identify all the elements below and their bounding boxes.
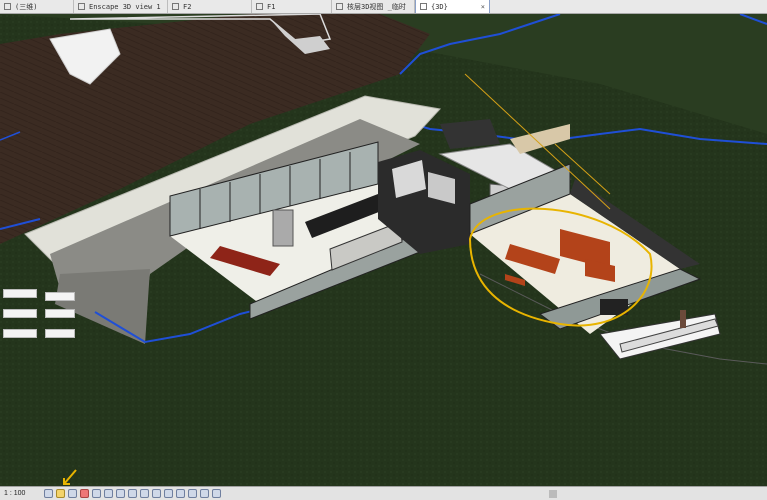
round-column bbox=[272, 209, 294, 247]
view-tab-bar: (三维) Enscape 3D view 1 F2 F1 核层3D视图 _临时 … bbox=[0, 0, 767, 14]
tab-f1[interactable]: F1 bbox=[252, 0, 332, 13]
person-figure bbox=[680, 310, 686, 328]
tab-3d-active[interactable]: {3D} × bbox=[415, 0, 490, 13]
shadows-icon[interactable] bbox=[80, 489, 89, 498]
reveal-hidden-icon[interactable] bbox=[152, 489, 161, 498]
floor-plan-icon bbox=[172, 3, 179, 10]
lock-view-icon[interactable] bbox=[128, 489, 137, 498]
tab-f2[interactable]: F2 bbox=[168, 0, 252, 13]
3d-view-icon bbox=[336, 3, 343, 10]
hide-isolate-icon[interactable] bbox=[140, 489, 149, 498]
floor-plan-icon bbox=[256, 3, 263, 10]
tab-temp-3d-view[interactable]: 核层3D视图 _临时 bbox=[332, 0, 415, 13]
3d-view-icon bbox=[420, 3, 427, 10]
view-legend-box bbox=[45, 309, 75, 318]
view-legend-box bbox=[3, 309, 37, 318]
scale-readout[interactable]: 1 : 100 bbox=[0, 490, 44, 497]
view-legend-box bbox=[3, 289, 37, 298]
render-icon[interactable] bbox=[92, 489, 101, 498]
view-control-bar: 1 : 100 bbox=[0, 486, 767, 500]
tab-enscape-3d-view[interactable]: Enscape 3D view 1 bbox=[74, 0, 168, 13]
detail-level-icon[interactable] bbox=[44, 489, 53, 498]
constraints-icon[interactable] bbox=[200, 489, 209, 498]
visual-style-icon[interactable] bbox=[56, 489, 65, 498]
view-legend-box bbox=[45, 292, 75, 301]
3d-view-icon bbox=[78, 3, 85, 10]
analysis-icon[interactable] bbox=[176, 489, 185, 498]
view-legend-box bbox=[3, 329, 37, 338]
view-legend-box bbox=[45, 329, 75, 338]
stair-top bbox=[440, 119, 500, 149]
crop-view-icon[interactable] bbox=[104, 489, 113, 498]
temp-view-icon[interactable] bbox=[164, 489, 173, 498]
tab-3d[interactable]: (三维) bbox=[0, 0, 74, 13]
3d-viewport[interactable] bbox=[0, 14, 767, 486]
sun-path-icon[interactable] bbox=[68, 489, 77, 498]
show-crop-icon[interactable] bbox=[116, 489, 125, 498]
model-canvas bbox=[0, 14, 767, 486]
3d-view-icon bbox=[4, 3, 11, 10]
reveal-constraints-icon[interactable] bbox=[212, 489, 221, 498]
highlight-icon[interactable] bbox=[188, 489, 197, 498]
pointer-arrow-icon bbox=[63, 469, 77, 485]
scrollbar-handle[interactable] bbox=[549, 489, 557, 498]
close-icon[interactable]: × bbox=[477, 3, 485, 11]
